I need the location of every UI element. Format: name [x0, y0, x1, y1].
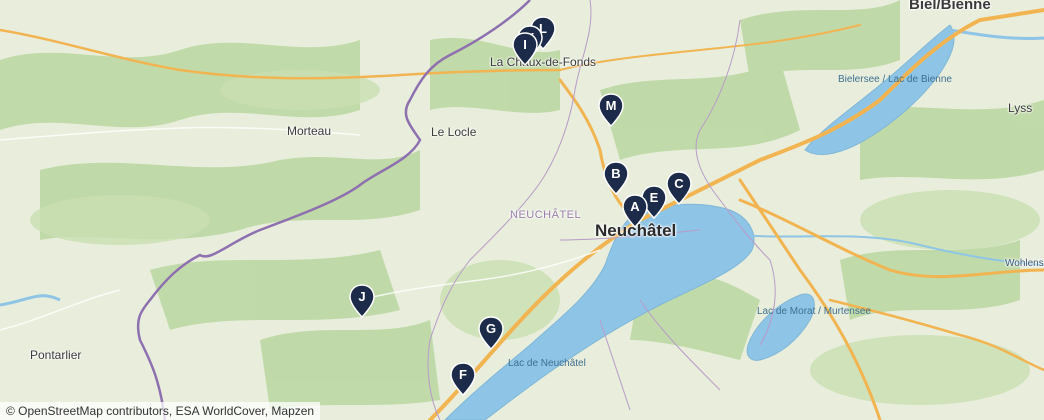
map-marker-A[interactable]: A	[622, 194, 648, 228]
water-label-lac-de-morat: Lac de Morat / Murtensee	[757, 306, 871, 317]
region-label-neuchatel: NEUCHÂTEL	[510, 209, 582, 221]
map-marker-F[interactable]: F	[450, 362, 476, 396]
map-marker-J[interactable]: J	[349, 284, 375, 318]
place-label-le-locle: Le Locle	[431, 125, 477, 139]
map-marker-M[interactable]: M	[598, 93, 624, 127]
place-label-morteau: Morteau	[287, 124, 332, 138]
marker-label: F	[459, 367, 467, 382]
place-label-lyss: Lyss	[1008, 101, 1033, 115]
marker-label: J	[358, 289, 366, 304]
map-marker-B[interactable]: B	[603, 161, 629, 195]
map-marker-I[interactable]: I	[512, 32, 538, 66]
map-marker-G[interactable]: G	[478, 316, 504, 350]
map-attribution[interactable]: © OpenStreetMap contributors, ESA WorldC…	[0, 402, 321, 420]
map-marker-C[interactable]: C	[666, 171, 692, 205]
marker-label: C	[674, 176, 684, 191]
place-label-pontarlier: Pontarlier	[30, 348, 82, 362]
marker-label: I	[523, 37, 527, 52]
marker-label: B	[611, 166, 621, 181]
water-label-lac-de-bienne: Bielersee / Lac de Bienne	[838, 74, 952, 85]
marker-label: G	[485, 321, 497, 336]
place-label-la-chaux-de-fonds: La Chaux-de-Fonds	[490, 55, 597, 69]
water-label-lac-de-neuchatel: Lac de Neuchâtel	[508, 358, 586, 369]
map-view[interactable]: Biel/Bienne La Chaux-de-Fonds Morteau Le…	[0, 0, 1044, 420]
place-label-biel: Biel/Bienne	[909, 0, 991, 13]
marker-label: M	[605, 98, 617, 113]
marker-label: A	[630, 199, 640, 214]
place-label-wohlensee: Wohlensee	[1005, 258, 1044, 269]
